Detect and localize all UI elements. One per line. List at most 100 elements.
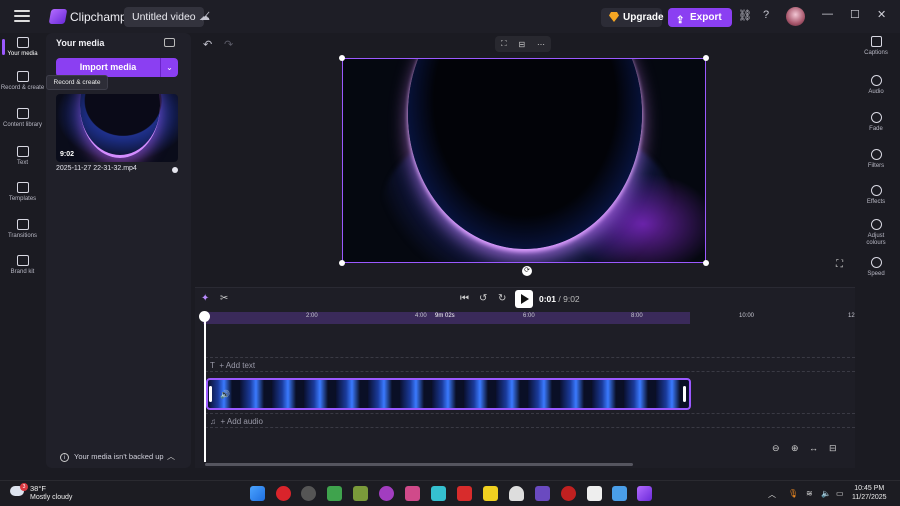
- clock[interactable]: 10:45 PM 11/27/2025: [852, 484, 887, 502]
- app-icon[interactable]: [587, 486, 602, 501]
- cloud-off-icon[interactable]: ☁̸: [199, 10, 213, 23]
- camera-icon: [16, 71, 29, 82]
- resize-handle[interactable]: [703, 260, 709, 266]
- prop-filters[interactable]: Filters: [860, 149, 892, 170]
- app-icon[interactable]: [405, 486, 420, 501]
- nav-text[interactable]: Text: [0, 146, 45, 167]
- nav-your-media[interactable]: Your media: [0, 37, 45, 58]
- fit-icon[interactable]: ⊟: [518, 40, 525, 49]
- prop-effects[interactable]: Effects: [860, 185, 892, 206]
- backup-notice[interactable]: i Your media isn't backed up: [60, 452, 164, 462]
- trim-handle-left[interactable]: [209, 386, 212, 402]
- zoom-in-icon[interactable]: ⊕: [791, 443, 799, 454]
- microphone-icon[interactable]: 🎙: [788, 489, 798, 498]
- trim-handle-right[interactable]: [683, 386, 686, 402]
- preview-area: ↶ ↷ ⛶ ⊟ ⋯ ⟳ ⛶: [195, 33, 855, 285]
- opera-icon[interactable]: [276, 486, 291, 501]
- help-icon[interactable]: ?: [763, 9, 769, 21]
- ruler-tick: 8:00: [631, 313, 643, 319]
- status-dot-icon: [172, 167, 178, 173]
- app-icon[interactable]: [457, 486, 472, 501]
- library-icon: [16, 108, 29, 119]
- time-ruler[interactable]: 2:00 4:00 9m 02s 6:00 8:00 10:00 12: [203, 312, 855, 324]
- speed-icon: [870, 257, 882, 268]
- zoom-out-icon[interactable]: ⊖: [772, 443, 780, 454]
- skip-back-icon[interactable]: ⏮: [460, 293, 469, 304]
- crop-icon[interactable]: ⛶: [501, 39, 507, 49]
- minimize-icon[interactable]: —: [822, 8, 833, 20]
- media-thumbnail[interactable]: 9:02: [56, 94, 178, 162]
- timeline-settings-icon[interactable]: ⊟: [829, 443, 837, 454]
- timeline-scrollbar[interactable]: [205, 463, 633, 466]
- ruler-tick: 4:00: [415, 313, 427, 319]
- rewind-icon[interactable]: ↺: [479, 293, 487, 304]
- steam-icon[interactable]: [301, 486, 316, 501]
- prop-captions[interactable]: Captions: [860, 36, 892, 57]
- app-icon[interactable]: [509, 486, 524, 501]
- split-icon[interactable]: ✂: [220, 293, 228, 304]
- ruler-tick: 12: [848, 313, 855, 319]
- game-icon[interactable]: [353, 486, 368, 501]
- media-panel: Your media Import media ⌄ 9:02 2025-11-2…: [46, 33, 191, 468]
- volume-icon[interactable]: 🔊: [220, 390, 230, 399]
- rotate-icon[interactable]: ⟳: [522, 266, 532, 276]
- prop-speed[interactable]: Speed: [860, 257, 892, 278]
- nav-record-create[interactable]: Record & create: [0, 71, 45, 92]
- avatar[interactable]: [786, 7, 805, 26]
- playhead[interactable]: [204, 312, 206, 462]
- app-icon[interactable]: [535, 486, 550, 501]
- prop-audio[interactable]: Audio: [860, 75, 892, 96]
- magic-icon[interactable]: ✦: [201, 293, 209, 304]
- fullscreen-icon[interactable]: ⛶: [836, 259, 843, 270]
- info-icon: i: [60, 452, 69, 462]
- project-title[interactable]: Untitled video: [124, 7, 204, 27]
- export-button[interactable]: ⇪Export ⌄: [668, 8, 732, 42]
- app-icon[interactable]: [379, 486, 394, 501]
- prop-fade[interactable]: Fade: [860, 112, 892, 133]
- prop-adjust-colours[interactable]: Adjust colours: [860, 219, 892, 247]
- notepad-icon[interactable]: [612, 486, 627, 501]
- upgrade-button[interactable]: Upgrade: [601, 8, 664, 27]
- resize-handle[interactable]: [339, 55, 345, 61]
- play-button[interactable]: [515, 290, 533, 308]
- start-icon[interactable]: [250, 486, 265, 501]
- battery-icon[interactable]: ▭: [836, 489, 844, 498]
- collapse-panel-icon[interactable]: [164, 38, 175, 47]
- speaker-icon[interactable]: 🔈: [821, 489, 831, 498]
- add-text-track[interactable]: T + Add text: [210, 361, 255, 370]
- chevron-up-icon[interactable]: ︿: [768, 489, 776, 500]
- undo-icon[interactable]: ↶: [203, 38, 212, 51]
- nav-transitions[interactable]: Transitions: [0, 219, 45, 240]
- more-icon[interactable]: ⋯: [537, 40, 545, 49]
- media-filename: 2025-11-27 22-31-32.mp4: [56, 165, 137, 172]
- share-icon[interactable]: ⛓: [738, 9, 752, 22]
- windows-taskbar: 3 38°F Mostly cloudy ︿ 🎙 ≋ 🔈 ▭ 10:45 PM 11…: [0, 480, 900, 506]
- chevron-up-icon[interactable]: ︿: [167, 451, 175, 462]
- app-icon[interactable]: [483, 486, 498, 501]
- import-dropdown-button[interactable]: ⌄: [160, 58, 178, 77]
- nav-content-library[interactable]: Content library: [0, 108, 45, 129]
- add-audio-track[interactable]: ♫ + Add audio: [210, 417, 263, 426]
- nav-templates[interactable]: Templates: [0, 182, 45, 203]
- fit-timeline-icon[interactable]: ↔: [809, 443, 818, 453]
- nav-brand-kit[interactable]: Brand kit: [0, 255, 45, 276]
- left-nav-rail: Your media Record & create Content libra…: [0, 33, 45, 480]
- resize-handle[interactable]: [339, 260, 345, 266]
- menu-icon[interactable]: [14, 10, 30, 22]
- wifi-icon[interactable]: ≋: [806, 489, 813, 498]
- clipchamp-taskbar-icon[interactable]: [637, 486, 652, 501]
- video-clip[interactable]: 🔊: [206, 378, 691, 410]
- forward-icon[interactable]: ↻: [498, 293, 506, 304]
- close-icon[interactable]: ✕: [877, 8, 886, 21]
- panel-title: Your media: [56, 38, 105, 48]
- resize-handle[interactable]: [703, 55, 709, 61]
- video-canvas[interactable]: [342, 58, 706, 263]
- folder-icon: [16, 37, 29, 48]
- upload-icon: ⇪: [676, 15, 685, 26]
- app-icon[interactable]: [431, 486, 446, 501]
- redo-icon[interactable]: ↷: [224, 38, 233, 51]
- playhead-knob[interactable]: [199, 311, 210, 322]
- xbox-game-icon[interactable]: [327, 486, 342, 501]
- maximize-icon[interactable]: ☐: [850, 8, 860, 21]
- app-icon[interactable]: [561, 486, 576, 501]
